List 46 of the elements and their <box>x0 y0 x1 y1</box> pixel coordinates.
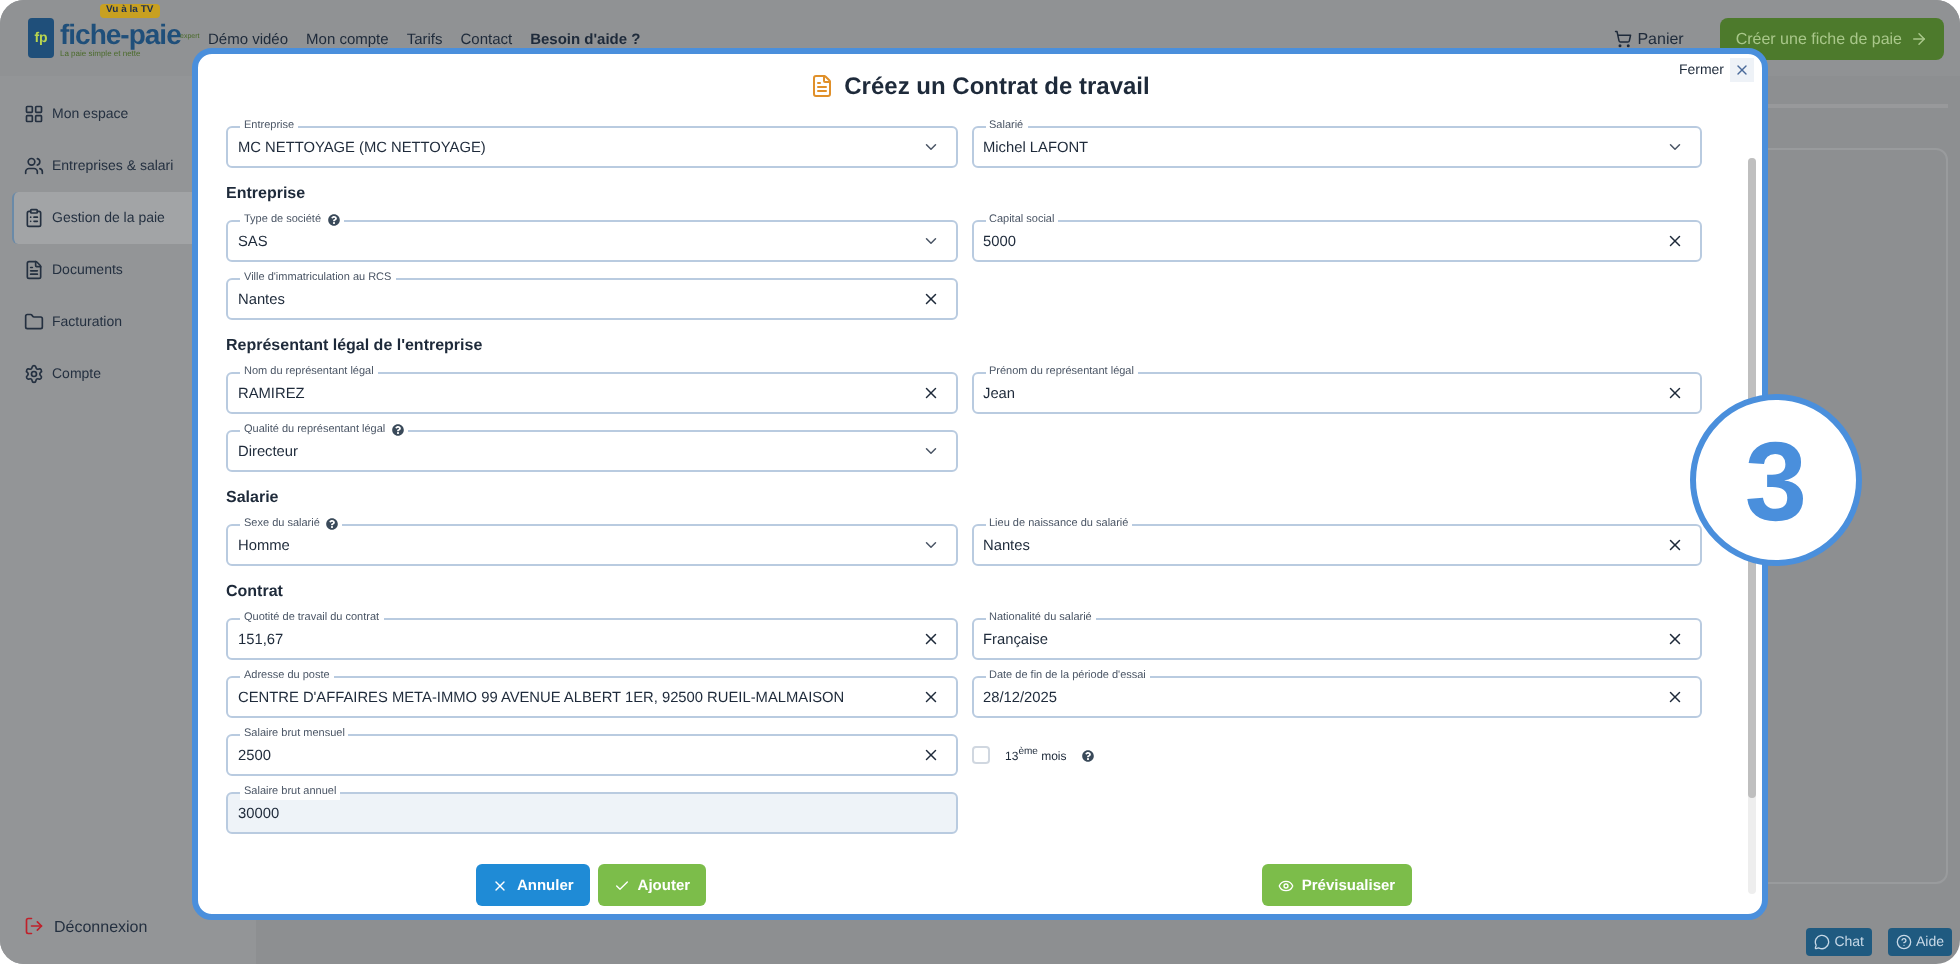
chevron-down-icon[interactable] <box>921 442 939 460</box>
cancel-icon <box>492 877 509 893</box>
arrow-right-icon <box>1910 29 1928 47</box>
close-icon <box>1734 62 1750 78</box>
clear-icon[interactable] <box>1666 688 1684 706</box>
help-icon[interactable] <box>1082 749 1095 761</box>
dialog-title: Créez un Contrat de travail <box>844 72 1150 100</box>
sidebar-item-icon <box>24 156 44 176</box>
add-icon <box>613 877 630 893</box>
step-number-badge: 3 <box>1690 394 1862 566</box>
document-icon <box>810 74 835 98</box>
section-heading: Salarie <box>226 488 281 510</box>
sidebar-item-icon <box>24 104 44 124</box>
checkbox[interactable] <box>971 746 989 764</box>
clear-icon[interactable] <box>921 290 939 308</box>
section-heading: Contrat <box>226 582 285 604</box>
logo-name: fiche-paie <box>60 19 181 47</box>
section-heading: Représentant légal de l'entreprise <box>226 336 485 358</box>
clear-icon[interactable] <box>921 688 939 706</box>
clear-icon[interactable] <box>1666 536 1684 554</box>
sidebar-item-icon <box>24 312 44 332</box>
help-icon <box>1895 934 1912 950</box>
logout-icon <box>24 916 44 936</box>
chevron-down-icon[interactable] <box>1666 138 1684 156</box>
logout-link[interactable]: Déconnexion <box>12 916 256 936</box>
clear-icon[interactable] <box>921 630 939 648</box>
chevron-down-icon[interactable] <box>921 536 939 554</box>
clear-icon[interactable] <box>921 746 939 764</box>
help-icon[interactable] <box>327 214 340 226</box>
sidebar-item-icon <box>24 208 44 228</box>
clear-icon[interactable] <box>1666 384 1684 402</box>
cart-icon[interactable] <box>1613 29 1632 47</box>
sidebar-item-icon <box>24 260 44 280</box>
preview-icon <box>1277 877 1294 893</box>
chat-icon <box>1814 934 1831 950</box>
close-button[interactable] <box>1730 58 1754 82</box>
help-icon[interactable] <box>325 518 338 530</box>
chevron-down-icon[interactable] <box>921 232 939 250</box>
cart-link[interactable]: Panier <box>1637 29 1684 47</box>
chevron-down-icon[interactable] <box>921 138 939 156</box>
help-icon[interactable] <box>391 424 404 436</box>
clear-icon[interactable] <box>1666 232 1684 250</box>
clear-icon[interactable] <box>1666 630 1684 648</box>
create-payslip-button[interactable]: Créer une fiche de paie <box>1719 17 1944 59</box>
sidebar-item-icon <box>24 364 44 384</box>
clear-icon[interactable] <box>921 384 939 402</box>
